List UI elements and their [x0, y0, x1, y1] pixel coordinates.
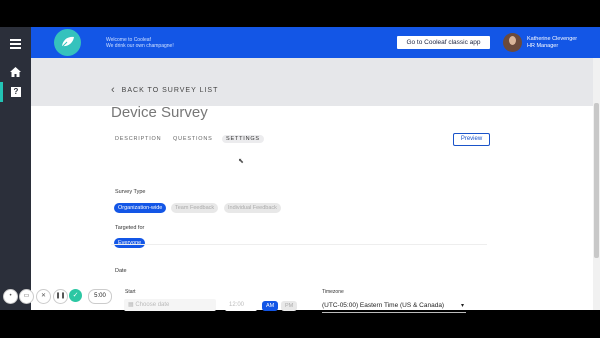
menu-icon[interactable] [10, 39, 21, 51]
question-icon: ? [11, 87, 21, 97]
user-name: Katherine Clevenger [527, 36, 578, 42]
pm-toggle[interactable]: PM [281, 301, 298, 311]
start-date-input[interactable]: ▦ Choose date [124, 299, 216, 311]
welcome-line-2: We drink our own champagne! [106, 43, 174, 49]
start-label: Start [125, 289, 136, 295]
home-icon[interactable] [10, 64, 21, 82]
page-title: Device Survey [111, 104, 208, 121]
timezone-select[interactable]: (UTC-05:00) Eastern Time (US & Canada) ▾ [322, 300, 466, 313]
survey-type-individual-feedback[interactable]: Individual Feedback [224, 203, 281, 213]
timezone-value: (UTC-05:00) Eastern Time (US & Canada) [322, 302, 445, 309]
preview-button[interactable]: Preview [453, 133, 490, 146]
survey-type-label: Survey Type [115, 189, 146, 195]
left-sidebar: ? [0, 27, 31, 310]
cooleaf-logo[interactable] [54, 29, 81, 56]
user-info[interactable]: Katherine Clevenger HR Manager [527, 36, 577, 50]
user-role: HR Manager [527, 43, 559, 49]
active-indicator [0, 82, 3, 102]
welcome-text: Welcome to Cooleaf We drink our own cham… [106, 37, 174, 49]
classic-app-button[interactable]: Go to Cooleaf classic app [397, 36, 490, 49]
am-toggle[interactable]: AM [262, 301, 279, 311]
camera-icon[interactable]: ▭ [19, 289, 34, 304]
back-to-survey-list-link[interactable]: ‹ BACK TO SURVEY LIST [111, 84, 218, 96]
tab-settings[interactable]: SETTINGS [222, 135, 264, 143]
date-label: Date [115, 268, 127, 274]
timezone-label: Timezone [322, 289, 344, 295]
start-time-input[interactable]: 12:00 [225, 299, 257, 311]
date-placeholder: Choose date [135, 302, 170, 308]
avatar[interactable] [503, 33, 522, 52]
chevron-down-icon: ▾ [460, 303, 464, 309]
tab-questions[interactable]: QUESTIONS [173, 136, 213, 142]
top-header: Welcome to Cooleaf We drink our own cham… [31, 27, 600, 58]
target-everyone[interactable]: Everyone [114, 238, 146, 248]
pause-icon[interactable]: ❚❚ [53, 289, 68, 304]
finish-recording-button[interactable]: ✓ [69, 289, 82, 302]
survey-type-organization-wide[interactable]: Organization-wide [114, 203, 167, 213]
survey-type-team-feedback[interactable]: Team Feedback [171, 203, 219, 213]
scrollbar-thumb[interactable] [594, 103, 599, 258]
mouse-cursor-icon: ⬉ [238, 158, 244, 165]
back-label: BACK TO SURVEY LIST [121, 87, 219, 94]
chevron-left-icon: ‹ [111, 84, 116, 96]
close-icon[interactable]: ✕ [36, 289, 51, 304]
tab-description[interactable]: DESCRIPTION [115, 136, 161, 142]
recorder-menu-icon[interactable]: • [3, 289, 18, 304]
breadcrumb-band: ‹ BACK TO SURVEY LIST [31, 58, 600, 106]
recording-timer: 5:00 [88, 289, 112, 304]
divider [111, 244, 487, 245]
app-window: ? Welcome to Cooleaf We drink our own ch… [0, 27, 600, 310]
targeted-for-label: Targeted for [115, 225, 145, 231]
sidebar-item-surveys[interactable]: ? [0, 82, 31, 102]
scrollbar[interactable] [593, 58, 600, 310]
